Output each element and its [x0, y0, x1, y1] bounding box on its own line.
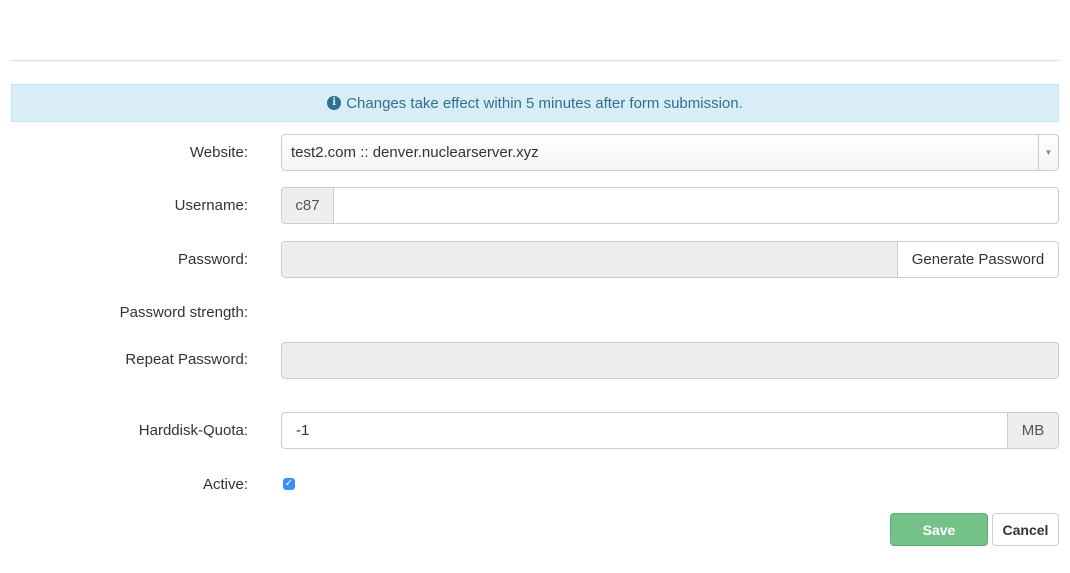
- repeat-password-label: Repeat Password:: [125, 351, 248, 368]
- username-prefix-text: c87: [295, 197, 320, 214]
- generate-password-button[interactable]: Generate Password: [897, 241, 1059, 278]
- quota-unit-text: MB: [1021, 422, 1045, 439]
- password-strength-label: Password strength:: [119, 304, 248, 321]
- harddisk-quota-value: -1: [296, 422, 310, 439]
- info-banner-text: Changes take effect within 5 minutes aft…: [346, 94, 743, 112]
- active-checkbox[interactable]: ✓: [283, 478, 295, 490]
- top-divider: [11, 60, 1059, 61]
- harddisk-quota-input[interactable]: -1: [281, 412, 1008, 449]
- website-select-value: test2.com :: denver.nuclearserver.xyz: [291, 144, 539, 161]
- username-prefix-addon: c87: [281, 187, 334, 224]
- chevron-down-icon[interactable]: ▼: [1038, 135, 1058, 170]
- repeat-password-input[interactable]: [281, 342, 1059, 379]
- quota-unit-addon: MB: [1007, 412, 1059, 449]
- password-label: Password:: [177, 251, 248, 268]
- cancel-button[interactable]: Cancel: [992, 513, 1059, 546]
- website-label: Website:: [189, 144, 248, 161]
- info-icon: i: [327, 96, 342, 110]
- info-banner: i Changes take effect within 5 minutes a…: [11, 84, 1059, 122]
- save-button[interactable]: Save: [890, 513, 988, 546]
- active-label: Active:: [202, 476, 248, 493]
- password-input[interactable]: [281, 241, 898, 278]
- checkmark-icon: ✓: [284, 478, 294, 489]
- harddisk-quota-label: Harddisk-Quota:: [138, 422, 248, 439]
- edit-ftp-user-form-page: i Changes take effect within 5 minutes a…: [0, 0, 1070, 573]
- username-input[interactable]: [333, 187, 1059, 224]
- website-select[interactable]: test2.com :: denver.nuclearserver.xyz ▼: [281, 134, 1059, 171]
- username-label: Username:: [174, 197, 248, 214]
